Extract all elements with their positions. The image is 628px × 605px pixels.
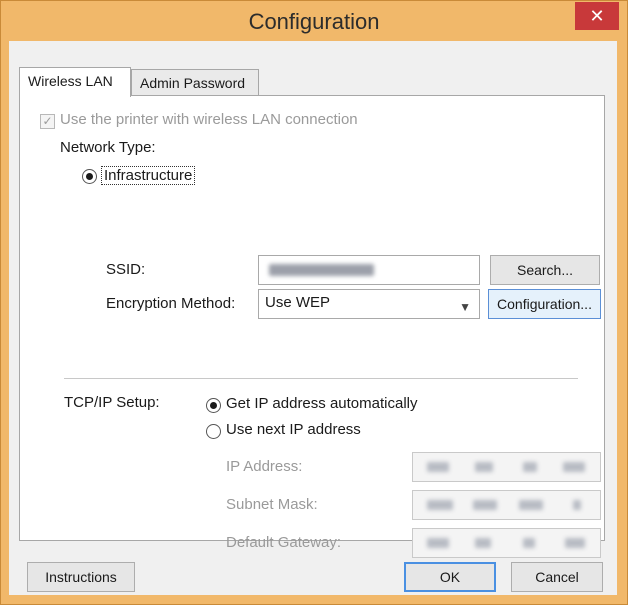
title-bar[interactable]: Configuration ✕	[1, 1, 627, 41]
wireless-lan-panel: ✓ Use the printer with wireless LAN conn…	[19, 95, 605, 558]
auto-ip-radio[interactable]	[206, 398, 221, 413]
subnet-mask-label: Subnet Mask:	[226, 496, 318, 513]
close-button[interactable]: ✕	[575, 2, 619, 30]
window-title: Configuration	[248, 9, 380, 34]
ip-octet	[427, 462, 449, 472]
ssid-value-redacted	[269, 264, 374, 276]
tab-wireless-lan[interactable]: Wireless LAN	[19, 67, 131, 97]
ip-octet	[565, 538, 585, 548]
ip-octet	[523, 538, 535, 548]
infrastructure-label-wrap: Infrastructure	[101, 166, 196, 185]
manual-ip-label: Use next IP address	[226, 421, 361, 438]
ip-octet	[475, 462, 493, 472]
ssid-label: SSID:	[106, 261, 146, 278]
section-divider	[64, 378, 578, 379]
ip-octet	[473, 500, 497, 510]
use-wireless-label: Use the printer with wireless LAN connec…	[60, 111, 358, 128]
tab-admin-password[interactable]: Admin Password	[131, 69, 259, 96]
checkbox-checked-icon: ✓	[42, 114, 53, 128]
ip-octet	[519, 500, 543, 510]
ip-address-field[interactable]	[412, 452, 601, 482]
ip-octet	[563, 462, 585, 472]
encryption-method-select[interactable]: Use WEP ▼	[258, 289, 480, 319]
tab-label: Wireless LAN	[28, 73, 113, 89]
ssid-input[interactable]	[258, 255, 480, 285]
ok-button[interactable]: OK	[404, 562, 496, 592]
default-gateway-field[interactable]	[412, 528, 601, 558]
encryption-configuration-button[interactable]: Configuration...	[488, 289, 601, 319]
ip-octet	[427, 538, 449, 548]
infrastructure-radio[interactable]	[82, 169, 97, 184]
instructions-button[interactable]: Instructions	[27, 562, 135, 592]
tab-label: Admin Password	[140, 75, 246, 91]
configuration-dialog: Configuration ✕ Wireless LAN Admin Passw…	[0, 0, 628, 605]
infrastructure-label: Infrastructure	[101, 166, 196, 185]
subnet-mask-field[interactable]	[412, 490, 601, 520]
network-type-label: Network Type:	[60, 139, 156, 156]
dialog-body: Wireless LAN Admin Password ✓ Use the pr…	[9, 41, 617, 595]
ip-address-label: IP Address:	[226, 458, 303, 475]
ip-octet	[523, 462, 537, 472]
use-wireless-checkbox[interactable]: ✓	[40, 114, 55, 129]
cancel-button[interactable]: Cancel	[511, 562, 603, 592]
tcpip-setup-label: TCP/IP Setup:	[64, 394, 160, 411]
ip-octet	[427, 500, 453, 510]
ip-octet	[475, 538, 491, 548]
manual-ip-radio[interactable]	[206, 424, 221, 439]
chevron-down-icon: ▼	[459, 300, 471, 314]
close-icon: ✕	[589, 6, 605, 26]
ip-octet	[573, 500, 581, 510]
encryption-method-label: Encryption Method:	[106, 295, 236, 312]
default-gateway-label: Default Gateway:	[226, 534, 342, 551]
encryption-method-value: Use WEP	[265, 294, 331, 311]
search-button[interactable]: Search...	[490, 255, 600, 285]
auto-ip-label: Get IP address automatically	[226, 395, 418, 412]
